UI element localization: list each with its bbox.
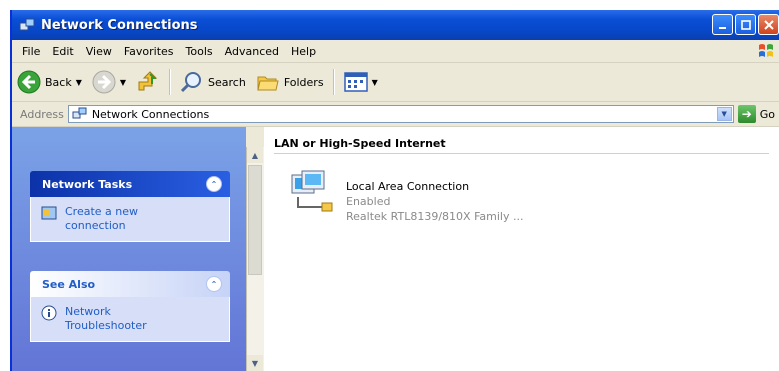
views-button[interactable]: ▼ [339,67,383,97]
connection-device: Realtek RTL8139/810X Family ... [346,210,524,223]
search-label: Search [208,75,246,89]
collapse-icon[interactable]: ⌃ [206,176,222,192]
address-input[interactable]: Network Connections ▼ [67,105,734,123]
forward-button[interactable]: ▼ [87,67,131,97]
back-dropdown-icon[interactable]: ▼ [76,78,82,87]
network-troubleshooter-link[interactable]: Network Troubleshooter [65,305,165,333]
folders-label: Folders [283,75,324,89]
task-pane: Network Tasks ⌃ Create a new connection … [12,127,246,371]
network-tasks-panel: Network Tasks ⌃ Create a new connection [30,171,230,242]
see-also-header[interactable]: See Also ⌃ [30,271,230,297]
network-troubleshooter-task[interactable]: Network Troubleshooter [41,305,219,333]
see-also-body: Network Troubleshooter [30,297,230,342]
scroll-down-icon[interactable]: ▼ [247,355,263,371]
menu-tools[interactable]: Tools [180,45,219,58]
address-label: Address [20,107,64,121]
back-button[interactable]: Back ▼ [12,67,87,97]
go-label: Go [759,107,775,121]
menu-help[interactable]: Help [285,45,322,58]
maximize-button[interactable] [735,14,756,35]
create-connection-link[interactable]: Create a new connection [65,205,165,233]
network-tasks-title: Network Tasks [42,177,133,191]
scroll-up-icon[interactable]: ▲ [247,147,263,163]
maximize-icon [740,19,751,30]
views-icon [343,72,368,92]
address-bar: Address Network Connections ▼ ➔ Go [12,102,779,127]
go-arrow-icon: ➔ [737,105,756,123]
lan-connection-icon [291,170,333,212]
see-also-panel: See Also ⌃ Network Troubleshooter [30,271,230,342]
create-connection-task[interactable]: Create a new connection [41,205,219,233]
window-title: Network Connections [41,17,198,33]
minimize-button[interactable] [712,14,733,35]
explorer-window: Network Connections File Edit View Favor… [10,10,779,371]
back-label: Back [45,75,72,89]
menu-file[interactable]: File [16,45,46,58]
collapse-icon[interactable]: ⌃ [206,276,222,292]
network-connections-icon [72,107,87,119]
task-pane-scrollbar[interactable]: ▲ ▼ [246,147,264,371]
group-header: LAN or High-Speed Internet [274,133,769,154]
forward-arrow-icon [92,70,116,94]
title-bar[interactable]: Network Connections [12,10,779,40]
network-tasks-header[interactable]: Network Tasks ⌃ [30,171,230,197]
menu-favorites[interactable]: Favorites [118,45,180,58]
menu-advanced[interactable]: Advanced [219,45,285,58]
network-tasks-body: Create a new connection [30,197,230,242]
folders-icon [257,76,279,91]
windows-logo-icon [759,44,773,57]
go-button[interactable]: ➔ Go [737,105,775,123]
address-value: Network Connections [91,107,210,121]
up-folder-button[interactable] [131,67,165,97]
new-connection-icon [41,206,57,220]
toolbar: Back ▼ ▼ Search Folders ▼ [12,63,779,102]
info-icon [41,305,57,321]
menu-bar: File Edit View Favorites Tools Advanced … [12,40,779,63]
see-also-title: See Also [42,277,96,291]
folders-button[interactable]: Folders [251,67,329,97]
search-icon [180,72,202,93]
views-dropdown-icon[interactable]: ▼ [372,78,378,87]
address-dropdown-icon[interactable]: ▼ [716,107,732,121]
content-area: LAN or High-Speed Internet Local Area Co… [264,127,779,371]
forward-dropdown-icon[interactable]: ▼ [120,78,126,87]
local-area-connection-item[interactable]: Local Area Connection Enabled Realtek RT… [288,167,523,224]
connection-name: Local Area Connection [346,180,470,193]
toolbar-separator [169,69,172,95]
menu-edit[interactable]: Edit [46,45,79,58]
network-connections-icon [18,16,36,34]
scroll-thumb[interactable] [248,165,262,275]
search-button[interactable]: Search [175,67,251,97]
toolbar-separator [332,69,335,95]
menu-view[interactable]: View [80,45,118,58]
minimize-icon [718,26,726,29]
connection-status: Enabled [346,195,391,208]
close-icon [763,19,774,30]
up-folder-icon [138,71,158,91]
close-button[interactable] [758,14,779,35]
back-arrow-icon [17,70,41,94]
